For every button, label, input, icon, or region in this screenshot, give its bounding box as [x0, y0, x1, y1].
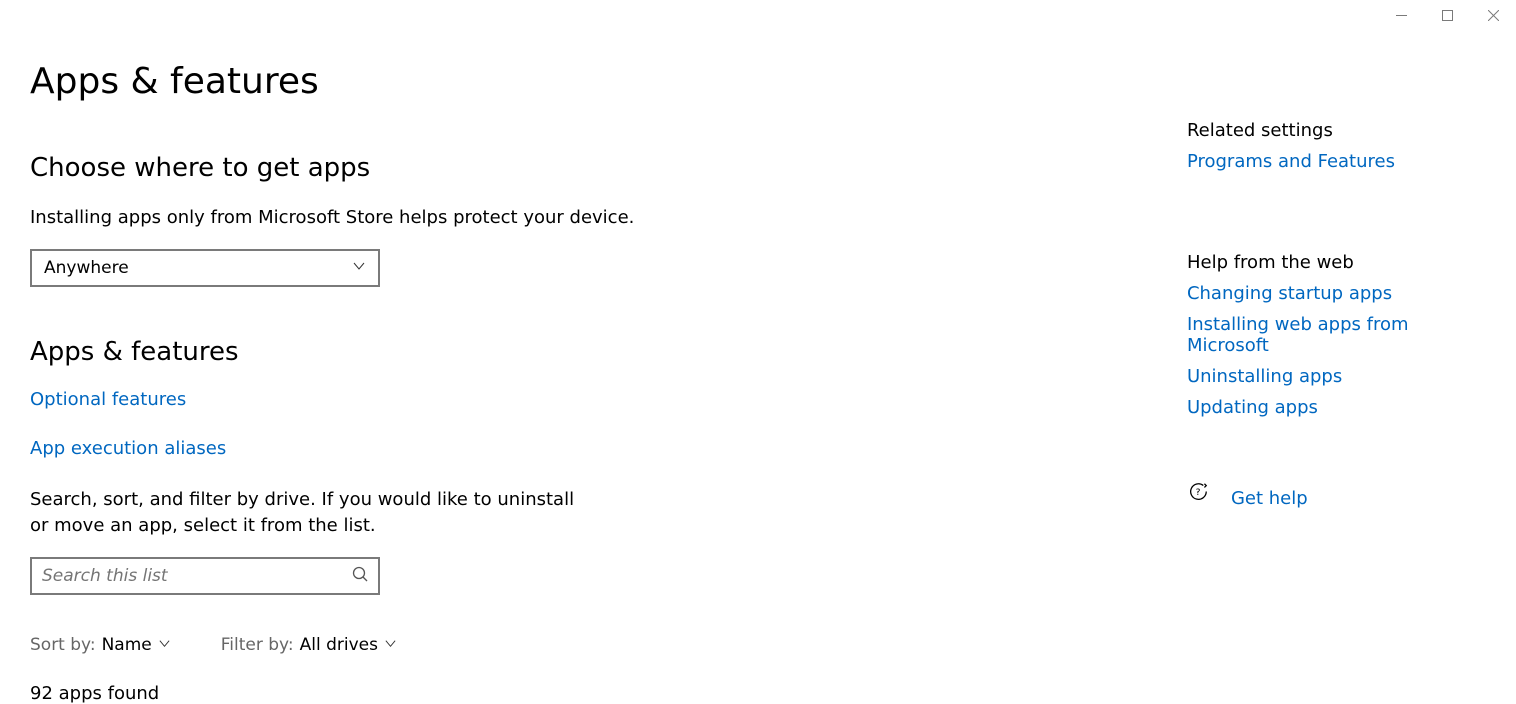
- chevron-down-icon: [384, 635, 397, 655]
- app-count: 92 apps found: [30, 683, 987, 704]
- help-link-startup[interactable]: Changing startup apps: [1187, 283, 1486, 304]
- svg-text:?: ?: [1196, 486, 1201, 497]
- related-settings-heading: Related settings: [1187, 120, 1486, 141]
- install-source-value: Anywhere: [44, 258, 129, 278]
- search-box[interactable]: [30, 557, 380, 595]
- optional-features-link[interactable]: Optional features: [30, 389, 186, 410]
- sort-by-dropdown[interactable]: Sort by: Name: [30, 635, 171, 655]
- window-controls: [1378, 0, 1516, 30]
- apps-heading: Apps & features: [30, 337, 987, 367]
- install-source-dropdown[interactable]: Anywhere: [30, 249, 380, 287]
- close-button[interactable]: [1470, 0, 1516, 30]
- filter-by-label: Filter by:: [221, 635, 294, 655]
- filter-by-value: All drives: [300, 635, 378, 655]
- filter-by-dropdown[interactable]: Filter by: All drives: [221, 635, 397, 655]
- chevron-down-icon: [352, 258, 366, 278]
- help-link-uninstall[interactable]: Uninstalling apps: [1187, 366, 1486, 387]
- minimize-button[interactable]: [1378, 0, 1424, 30]
- search-icon: [352, 566, 368, 586]
- programs-features-link[interactable]: Programs and Features: [1187, 151, 1486, 172]
- search-input[interactable]: [42, 566, 352, 586]
- help-link-install-web[interactable]: Installing web apps from Microsoft: [1187, 314, 1486, 356]
- sort-by-label: Sort by:: [30, 635, 96, 655]
- sort-by-value: Name: [102, 635, 152, 655]
- get-help-link[interactable]: Get help: [1231, 488, 1308, 509]
- app-aliases-link[interactable]: App execution aliases: [30, 438, 226, 459]
- choose-description: Installing apps only from Microsoft Stor…: [30, 205, 987, 231]
- maximize-button[interactable]: [1424, 0, 1470, 30]
- choose-heading: Choose where to get apps: [30, 153, 987, 183]
- page-title: Apps & features: [30, 60, 987, 103]
- help-chat-icon: ?: [1187, 481, 1209, 507]
- help-web-heading: Help from the web: [1187, 252, 1486, 273]
- chevron-down-icon: [158, 635, 171, 655]
- help-link-update[interactable]: Updating apps: [1187, 397, 1486, 418]
- apps-instructions: Search, sort, and filter by drive. If yo…: [30, 487, 590, 539]
